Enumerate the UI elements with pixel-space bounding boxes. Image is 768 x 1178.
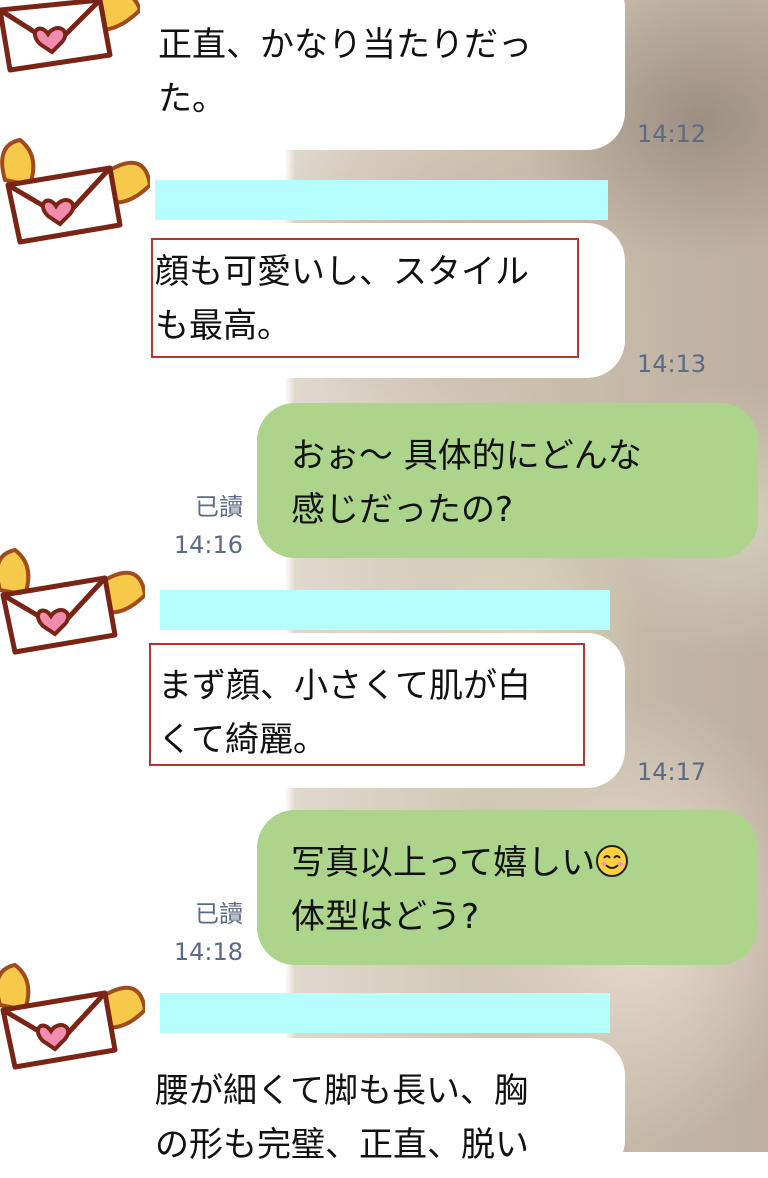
message-text-line: おぉ～ 具体的にどんな	[291, 436, 642, 476]
sender-name-bar	[160, 993, 610, 1033]
read-status-label: 已讀	[195, 493, 243, 521]
message-bubble-incoming[interactable]: 正直、かなり当たりだっ た。	[140, 0, 625, 150]
message-timestamp: 14:12	[637, 120, 707, 148]
read-receipt: 已讀 14:18	[165, 895, 243, 971]
message-timestamp: 14:17	[637, 758, 707, 786]
message-text-line: 正直、かなり当たりだっ	[158, 25, 532, 65]
highlight-box	[151, 238, 579, 358]
highlight-box	[149, 643, 585, 766]
sender-name-bar	[155, 180, 608, 220]
message-text-line: 腰が細くて脚も長い、胸	[155, 1071, 528, 1111]
message-text-line: た。	[158, 79, 226, 119]
message-text-fragment: 写真以上って嬉しい	[291, 843, 596, 883]
message-bubble-outgoing[interactable]: おぉ～ 具体的にどんな 感じだったの?	[257, 403, 758, 558]
winged-love-letter-icon[interactable]	[0, 540, 145, 670]
message-timestamp: 14:18	[173, 938, 243, 966]
message-timestamp: 14:16	[173, 531, 243, 559]
smiling-face-emoji-icon	[596, 845, 629, 877]
read-status-label: 已讀	[195, 900, 243, 928]
message-text-line: 感じだったの?	[291, 490, 514, 530]
sender-name-bar	[160, 590, 610, 630]
winged-love-letter-icon[interactable]	[0, 955, 145, 1085]
message-text-line: の形も完璧、正直、脱い	[155, 1125, 529, 1165]
message-text-line: 体型はどう?	[291, 897, 480, 937]
winged-love-letter-icon[interactable]	[0, 0, 140, 90]
read-receipt: 已讀 14:16	[165, 488, 243, 564]
message-bubble-outgoing[interactable]: 写真以上って嬉しい 体型はどう?	[257, 810, 758, 965]
message-timestamp: 14:13	[637, 350, 707, 378]
winged-love-letter-icon[interactable]	[0, 130, 150, 260]
message-text-line: 写真以上って嬉しい	[291, 836, 758, 890]
message-bubble-incoming[interactable]: 腰が細くて脚も長い、胸 の形も完璧、正直、脱い	[140, 1038, 625, 1178]
